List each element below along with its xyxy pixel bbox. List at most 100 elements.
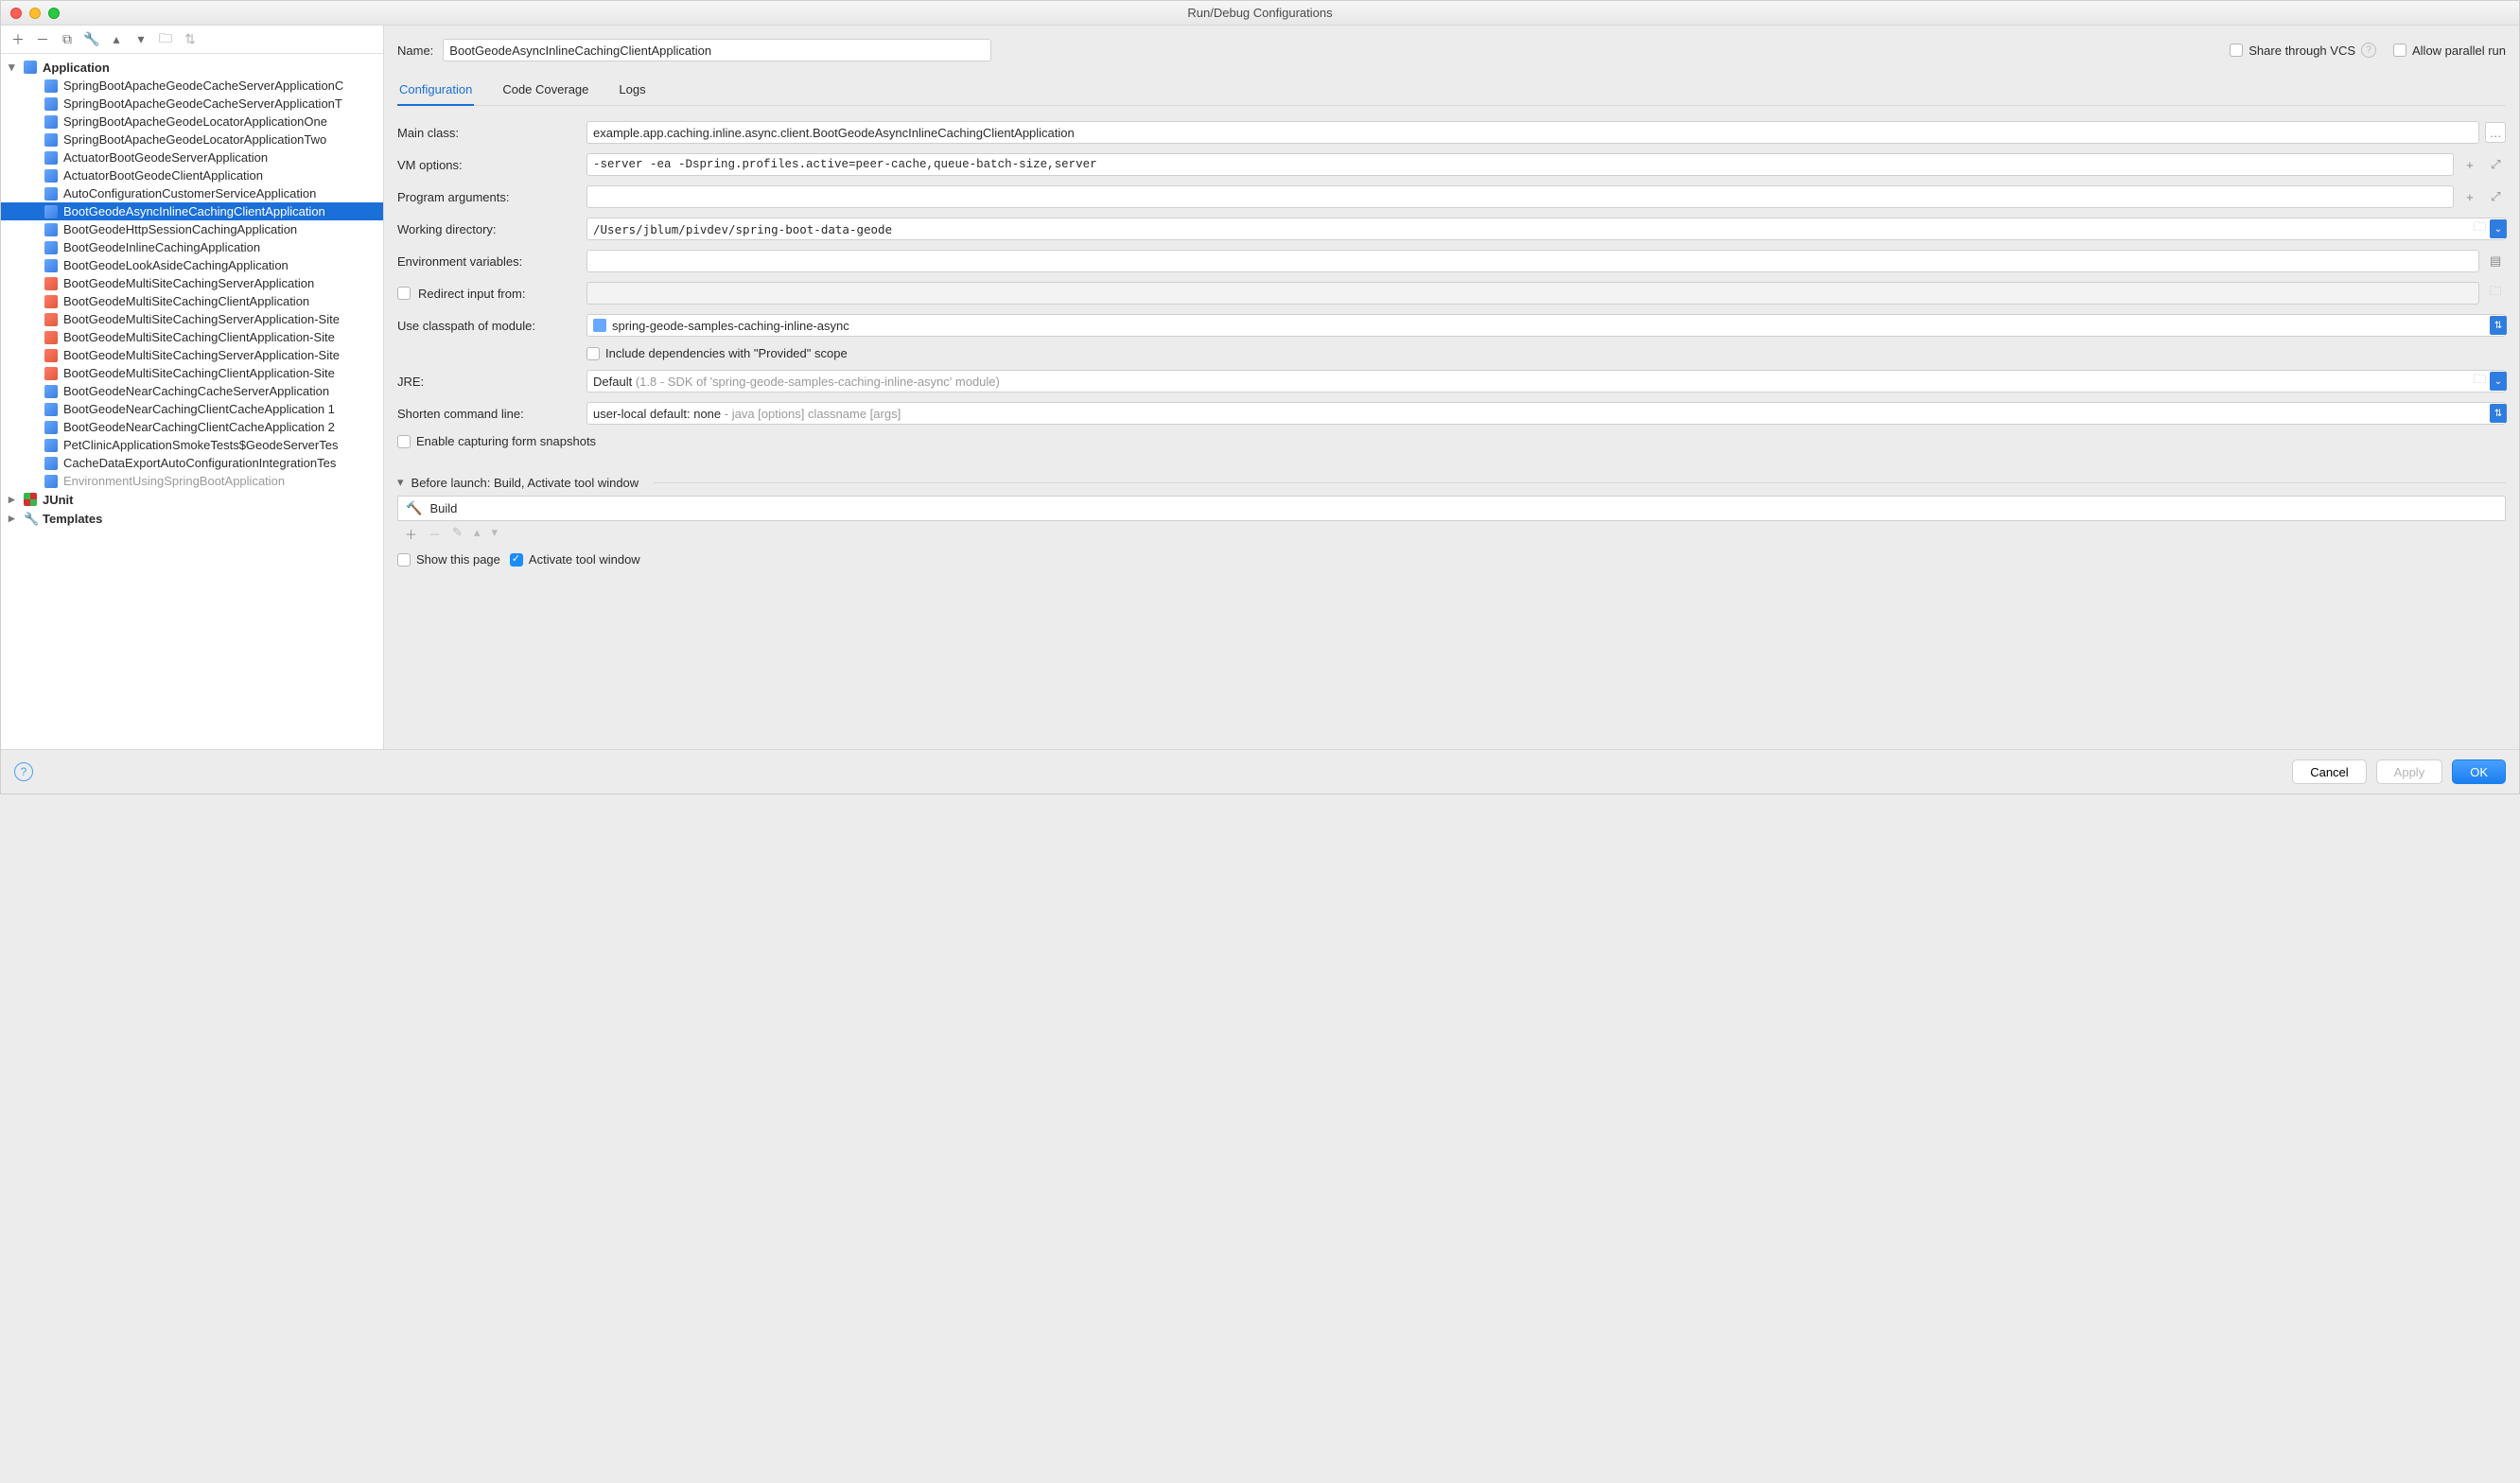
tree-item[interactable]: ActuatorBootGeodeServerApplication: [1, 148, 383, 166]
tab-configuration[interactable]: Configuration: [397, 77, 474, 106]
close-icon[interactable]: [10, 8, 22, 19]
tree-item[interactable]: SpringBootApacheGeodeCacheServerApplicat…: [1, 77, 383, 95]
chevron-down-icon[interactable]: ⌄: [2490, 372, 2507, 391]
tree-item[interactable]: BootGeodeHttpSessionCachingApplication: [1, 220, 383, 238]
expand-icon[interactable]: ⤢: [2486, 154, 2506, 175]
tab-code-coverage[interactable]: Code Coverage: [500, 77, 590, 105]
wrench-icon[interactable]: 🔧: [84, 32, 99, 47]
help-icon[interactable]: ?: [2361, 43, 2376, 58]
working-dir-input[interactable]: /Users/jblum/pivdev/spring-boot-data-geo…: [586, 218, 2506, 240]
add-icon[interactable]: ＋: [405, 525, 417, 543]
show-page-checkbox[interactable]: [397, 553, 411, 567]
browse-folder-icon[interactable]: 🗀: [2474, 218, 2486, 239]
allow-parallel-option[interactable]: Allow parallel run: [2393, 44, 2506, 58]
shorten-cmd-select[interactable]: user-local default: none - java [options…: [586, 402, 2506, 425]
before-launch-item-build[interactable]: 🔨 Build: [398, 497, 2505, 520]
snapshots-option[interactable]: Enable capturing form snapshots: [397, 434, 596, 448]
list-icon[interactable]: ▤: [2485, 251, 2506, 271]
minimize-icon[interactable]: [29, 8, 41, 19]
show-page-option[interactable]: Show this page: [397, 552, 500, 567]
tree-item[interactable]: EnvironmentUsingSpringBootApplication: [1, 472, 383, 490]
expand-icon[interactable]: ⤢: [2486, 186, 2506, 207]
tree-item[interactable]: BootGeodeMultiSiteCachingServerApplicati…: [1, 310, 383, 328]
sidebar-toolbar: ＋ － ⧉ 🔧 ▴ ▾ 🗀 ⇅: [1, 26, 383, 54]
folder-icon[interactable]: 🗀: [158, 32, 173, 47]
remove-icon[interactable]: －: [429, 525, 441, 543]
tree-item[interactable]: BootGeodeLookAsideCachingApplication: [1, 256, 383, 274]
tree-application-group[interactable]: ▾ Application: [1, 58, 383, 77]
tree-item[interactable]: BootGeodeMultiSiteCachingServerApplicati…: [1, 274, 383, 292]
apply-button[interactable]: Apply: [2376, 759, 2443, 784]
tree-item[interactable]: SpringBootApacheGeodeLocatorApplicationO…: [1, 113, 383, 131]
include-provided-option[interactable]: Include dependencies with "Provided" sco…: [586, 346, 848, 360]
classpath-module-select[interactable]: spring-geode-samples-caching-inline-asyn…: [586, 314, 2506, 337]
tree-item[interactable]: BootGeodeMultiSiteCachingClientApplicati…: [1, 364, 383, 382]
redirect-input-option[interactable]: Redirect input from:: [397, 287, 577, 301]
main-class-input[interactable]: [586, 121, 2479, 144]
edit-icon[interactable]: ✎: [452, 525, 463, 543]
include-provided-checkbox[interactable]: [586, 347, 600, 360]
run-config-icon: [44, 385, 58, 398]
up-icon[interactable]: ▴: [474, 525, 481, 543]
tree-item[interactable]: CacheDataExportAutoConfigurationIntegrat…: [1, 454, 383, 472]
help-button[interactable]: ?: [14, 762, 33, 781]
tree-item[interactable]: BootGeodeNearCachingClientCacheApplicati…: [1, 400, 383, 418]
application-group-icon: [24, 61, 37, 74]
vm-options-input[interactable]: [586, 153, 2454, 176]
ok-button[interactable]: OK: [2452, 759, 2506, 784]
tree-item[interactable]: PetClinicApplicationSmokeTests$GeodeServ…: [1, 436, 383, 454]
tree-item[interactable]: AutoConfigurationCustomerServiceApplicat…: [1, 184, 383, 202]
up-icon[interactable]: ▴: [109, 32, 124, 47]
tree-item[interactable]: BootGeodeMultiSiteCachingClientApplicati…: [1, 292, 383, 310]
tree-templates-group[interactable]: ▸ 🔧 Templates: [1, 509, 383, 528]
tree-item-label: CacheDataExportAutoConfigurationIntegrat…: [63, 456, 336, 470]
tree-item-label: BootGeodeNearCachingClientCacheApplicati…: [63, 402, 335, 416]
window-controls: [10, 8, 60, 19]
caret-right-icon: ▸: [9, 511, 18, 526]
jre-select[interactable]: Default (1.8 - SDK of 'spring-geode-samp…: [586, 370, 2506, 393]
tree-item[interactable]: BootGeodeInlineCachingApplication: [1, 238, 383, 256]
allow-parallel-checkbox[interactable]: [2393, 44, 2406, 57]
run-config-icon: [44, 313, 58, 326]
insert-macro-icon[interactable]: +: [2459, 186, 2479, 207]
share-vcs-checkbox[interactable]: [2230, 44, 2243, 57]
chevron-updown-icon[interactable]: ⇅: [2490, 404, 2507, 423]
copy-icon[interactable]: ⧉: [60, 32, 75, 47]
config-tree[interactable]: ▾ Application SpringBootApacheGeodeCache…: [1, 54, 383, 749]
tree-item[interactable]: SpringBootApacheGeodeLocatorApplicationT…: [1, 131, 383, 148]
share-vcs-option[interactable]: Share through VCS ?: [2230, 43, 2376, 58]
tree-junit-group[interactable]: ▸ JUnit: [1, 490, 383, 509]
chevron-down-icon[interactable]: ⌄: [2490, 219, 2507, 238]
activate-tool-window-checkbox[interactable]: [510, 553, 523, 567]
redirect-input-checkbox[interactable]: [397, 287, 411, 300]
tree-item[interactable]: BootGeodeNearCachingCacheServerApplicati…: [1, 382, 383, 400]
add-icon[interactable]: ＋: [10, 32, 26, 47]
tree-item[interactable]: BootGeodeNearCachingClientCacheApplicati…: [1, 418, 383, 436]
env-vars-input[interactable]: [586, 250, 2479, 272]
down-icon[interactable]: ▾: [491, 525, 498, 543]
zoom-icon[interactable]: [48, 8, 60, 19]
sort-icon[interactable]: ⇅: [183, 32, 198, 47]
tree-item[interactable]: BootGeodeAsyncInlineCachingClientApplica…: [1, 202, 383, 220]
insert-macro-icon[interactable]: +: [2459, 154, 2479, 175]
remove-icon[interactable]: －: [35, 32, 50, 47]
before-launch-header[interactable]: ▾ Before launch: Build, Activate tool wi…: [397, 475, 2506, 490]
chevron-updown-icon[interactable]: ⇅: [2490, 316, 2507, 335]
down-icon[interactable]: ▾: [133, 32, 149, 47]
tree-item-label: SpringBootApacheGeodeLocatorApplicationT…: [63, 132, 326, 147]
name-input[interactable]: [443, 39, 991, 61]
cancel-button[interactable]: Cancel: [2292, 759, 2366, 784]
snapshots-checkbox[interactable]: [397, 435, 411, 448]
tree-item-label: BootGeodeHttpSessionCachingApplication: [63, 222, 297, 236]
tab-logs[interactable]: Logs: [617, 77, 647, 105]
tree-item[interactable]: SpringBootApacheGeodeCacheServerApplicat…: [1, 95, 383, 113]
run-config-icon: [44, 259, 58, 272]
browse-main-class-button[interactable]: …: [2485, 122, 2506, 143]
tree-item[interactable]: BootGeodeMultiSiteCachingClientApplicati…: [1, 328, 383, 346]
program-args-input[interactable]: [586, 185, 2454, 208]
activate-tool-window-option[interactable]: Activate tool window: [510, 552, 640, 567]
tree-item-label: BootGeodeAsyncInlineCachingClientApplica…: [63, 204, 325, 218]
tree-item[interactable]: ActuatorBootGeodeClientApplication: [1, 166, 383, 184]
browse-folder-icon[interactable]: 🗀: [2474, 371, 2486, 392]
tree-item[interactable]: BootGeodeMultiSiteCachingServerApplicati…: [1, 346, 383, 364]
